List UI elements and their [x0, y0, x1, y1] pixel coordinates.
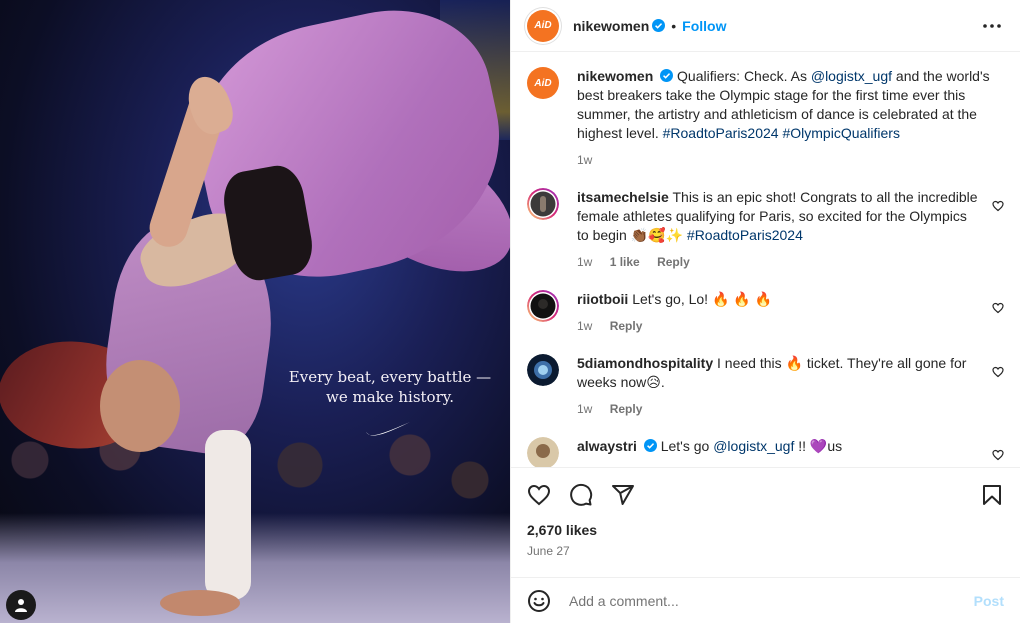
post-panel: AiD nikewomen • Follow AiD nikewomen Qua…: [510, 0, 1020, 623]
dancer-head: [100, 360, 180, 452]
bookmark-icon[interactable]: [980, 483, 1004, 507]
dancer-arm-support: [205, 430, 251, 600]
verified-badge-icon: [660, 69, 674, 82]
comment-time[interactable]: 1w: [577, 402, 592, 416]
comment-row: 5diamondhospitality I need this 🔥 ticket…: [527, 354, 1004, 419]
comment-row: riiotboii Let's go, Lo! 🔥 🔥 🔥 1w Reply: [527, 290, 1004, 336]
comment-like-heart-icon[interactable]: [992, 449, 1004, 461]
comment-time[interactable]: 1w: [577, 255, 592, 269]
swoosh-logo: [366, 422, 410, 436]
comment-hashtag[interactable]: #RoadtoParis2024: [687, 227, 803, 243]
commenter-avatar[interactable]: [527, 290, 559, 322]
comment-username[interactable]: itsamechelsie: [577, 189, 669, 205]
action-icons: [527, 468, 1004, 522]
post-actions: 2,670 likes June 27: [511, 467, 1020, 577]
comment-username[interactable]: riiotboii: [577, 291, 628, 307]
tagline-line-2: we make history.: [325, 388, 455, 406]
add-comment-input[interactable]: [569, 592, 974, 609]
comment-text: Let's go: [660, 438, 714, 454]
user-tag-icon: [15, 599, 27, 612]
post-header: AiD nikewomen • Follow: [511, 0, 1020, 52]
comment-username[interactable]: alwaystri: [577, 438, 637, 454]
more-options-icon: [983, 23, 1001, 28]
comment-text-2: !! 💜us: [794, 438, 843, 454]
verified-badge-icon: [643, 439, 657, 452]
avatar-text: AiD: [534, 20, 552, 31]
reply-button[interactable]: Reply: [610, 319, 643, 333]
comment-likes[interactable]: 1 like: [610, 255, 640, 269]
caption-mention[interactable]: @logistx_ugf: [811, 68, 892, 84]
heart-icon[interactable]: [527, 483, 551, 507]
tagline-line-1: Every beat, every battle —: [288, 368, 492, 386]
caption-hashtags[interactable]: #RoadtoParis2024 #OlympicQualifiers: [663, 125, 900, 141]
comments-list[interactable]: AiD nikewomen Qualifiers: Check. As @log…: [511, 53, 1020, 467]
comment-username[interactable]: 5diamondhospitality: [577, 355, 713, 371]
author-username[interactable]: nikewomen: [573, 18, 649, 34]
comment-like-heart-icon[interactable]: [992, 302, 1004, 314]
caption-row: AiD nikewomen Qualifiers: Check. As @log…: [527, 67, 1004, 170]
comment-mention[interactable]: @logistx_ugf: [713, 438, 794, 454]
caption-time[interactable]: 1w: [577, 153, 592, 167]
post-date[interactable]: June 27: [527, 544, 1004, 558]
comment-row: alwaystri Let's go @logistx_ugf !! 💜us: [527, 437, 1004, 467]
commenter-avatar[interactable]: [527, 188, 559, 220]
post-comment-button[interactable]: Post: [974, 593, 1004, 609]
separator-dot: •: [671, 17, 677, 34]
caption-username[interactable]: nikewomen: [577, 68, 653, 84]
comment-icon[interactable]: [569, 483, 593, 507]
more-options-button[interactable]: [980, 14, 1004, 38]
commenter-avatar[interactable]: [527, 354, 559, 386]
author-avatar[interactable]: AiD: [527, 9, 559, 42]
share-icon[interactable]: [611, 483, 635, 507]
media-tagline: Every beat, every battle — we make histo…: [280, 367, 500, 407]
avatar-text: AiD: [534, 77, 552, 89]
comment-row: itsamechelsie This is an epic shot! Cong…: [527, 188, 1004, 272]
comment-like-heart-icon[interactable]: [992, 366, 1004, 378]
commenter-avatar[interactable]: [527, 437, 559, 467]
add-comment-bar: Post: [511, 577, 1020, 623]
user-tag-button[interactable]: [6, 590, 36, 620]
emoji-icon[interactable]: [527, 589, 551, 613]
post-media[interactable]: Every beat, every battle — we make histo…: [0, 0, 510, 623]
comment-text: Let's go, Lo! 🔥 🔥 🔥: [632, 291, 773, 307]
likes-count[interactable]: 2,670 likes: [527, 522, 1004, 538]
comment-like-heart-icon[interactable]: [992, 200, 1004, 212]
caption-avatar[interactable]: AiD: [527, 67, 559, 99]
caption-text: Qualifiers: Check. As: [677, 68, 811, 84]
comment-time[interactable]: 1w: [577, 319, 592, 333]
verified-badge-icon: [652, 19, 666, 32]
dancer-hand-floor: [160, 590, 240, 616]
reply-button[interactable]: Reply: [610, 402, 643, 416]
reply-button[interactable]: Reply: [657, 255, 690, 269]
follow-button[interactable]: Follow: [682, 18, 726, 34]
stage-floor: [0, 513, 510, 623]
